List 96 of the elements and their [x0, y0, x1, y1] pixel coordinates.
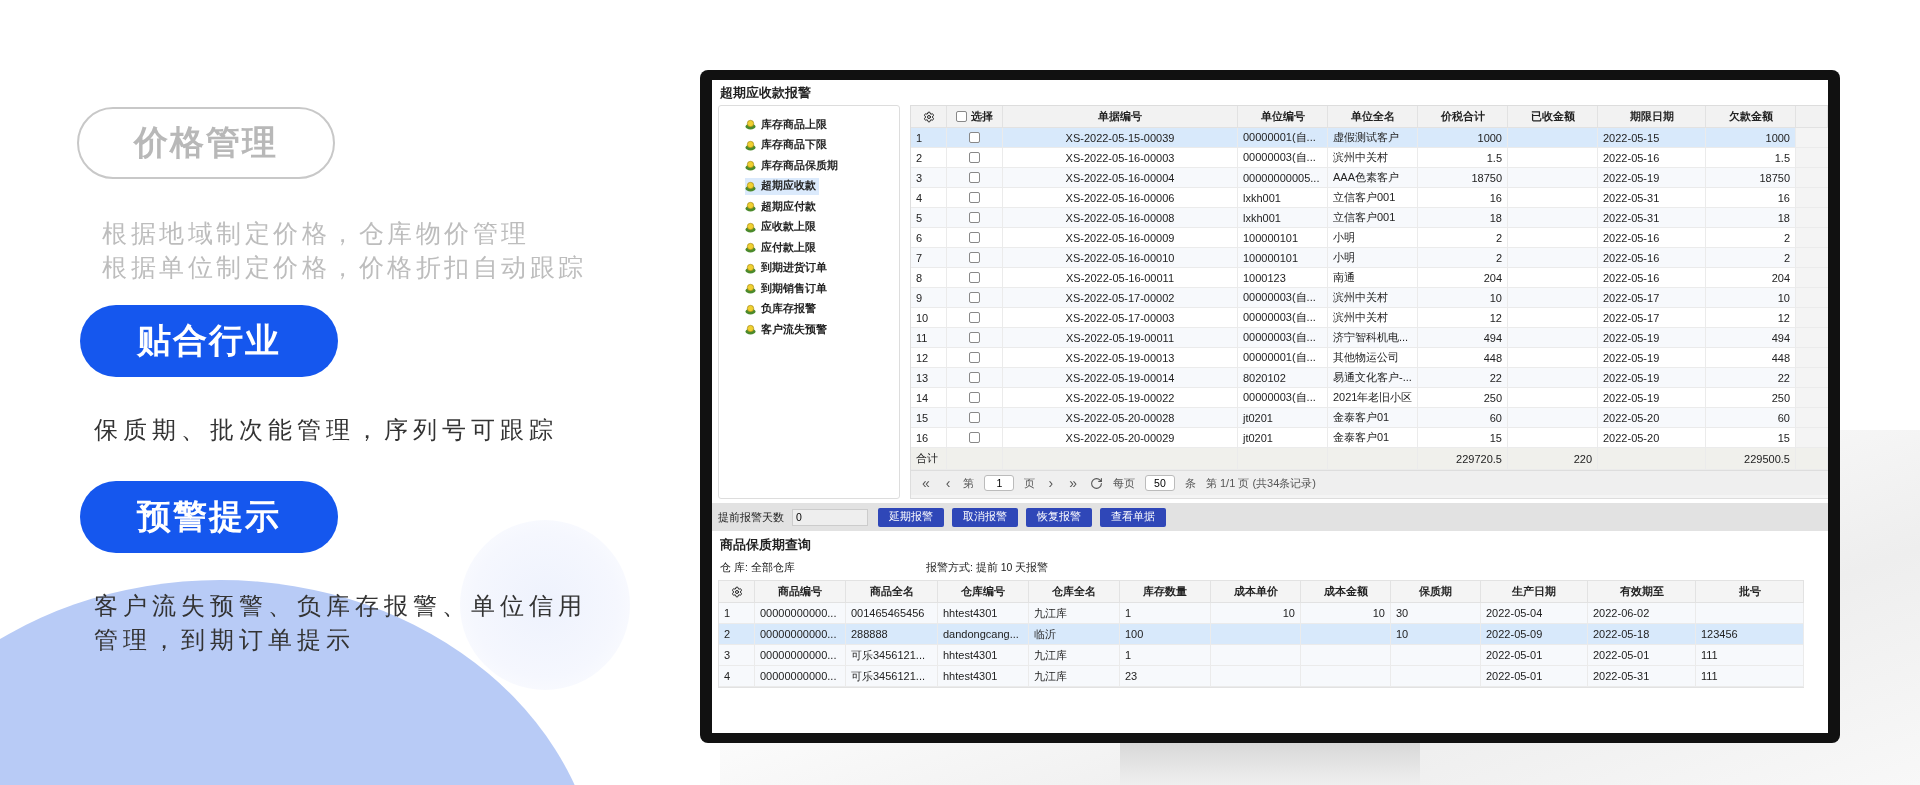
table-cell: 23 [1120, 666, 1211, 687]
feature-description: 客户流失预警、负库存报警、单位信用管理，到期订单提示 [94, 591, 588, 656]
per-page-label: 条 [1184, 475, 1196, 491]
per-page-input[interactable]: 50 [1144, 475, 1175, 491]
refresh-icon[interactable] [1089, 476, 1103, 490]
table-row[interactable]: 3 XS-2022-05-16-00004 00000000005... AAA色素客户 18750 2022-05-19 18750 [911, 168, 1828, 188]
tree-item[interactable]: 到期进货订单 [745, 259, 830, 277]
table-row[interactable]: 6 XS-2022-05-16-00009 100000101 小明 2 2022-05-16 2 [911, 228, 1828, 248]
table-cell: 可乐3456121... [846, 666, 938, 687]
table-row[interactable]: 10 XS-2022-05-17-00003 00000003(自... 滨州中关村 12 2022-05-17 12 [911, 308, 1828, 328]
page-label: 页 [1024, 475, 1036, 491]
table-row[interactable]: 2 00000000000... 288888 dandongcang... 临沂 100 10 2022-05-09 2022-05-18 123456 [719, 624, 1804, 645]
row-checkbox[interactable] [969, 352, 980, 363]
table-row[interactable]: 16 XS-2022-05-20-00029 jt0201 金泰客户01 15 2022-05-20 15 [911, 428, 1828, 448]
tree-item[interactable]: 库存商品保质期 [745, 157, 841, 174]
tree-item[interactable]: 超期应收款 [745, 177, 819, 195]
table-row[interactable]: 1 00000000000... 001465465456 hhtest4301 九江库 1 10 10 30 2022-05-04 2022-06-02 [719, 603, 1804, 624]
table-row[interactable]: 9 XS-2022-05-17-00002 00000003(自... 滨州中关村 10 2022-05-17 10 [911, 288, 1828, 308]
table-cell: 2022-05-01 [1481, 666, 1588, 687]
flower-icon [745, 262, 756, 274]
flower-icon [745, 324, 756, 335]
table-row[interactable]: 13 XS-2022-05-19-00014 8020102 易通文化客户-... 22 2022-05-19 22 [911, 368, 1828, 388]
first-page-button[interactable]: « [919, 475, 933, 491]
row-checkbox[interactable] [969, 392, 980, 403]
feature-tag: 预警提示 [80, 481, 338, 553]
table-cell: 00000000000... [755, 666, 846, 687]
row-number: 4 [719, 666, 755, 687]
table-row[interactable]: 14 XS-2022-05-19-00022 00000003(自... 2021年老旧小区 250 2022-05-19 250 [911, 388, 1828, 408]
last-page-button[interactable]: » [1066, 475, 1080, 491]
table-cell: 九江库 [1029, 666, 1120, 687]
row-checkbox[interactable] [969, 312, 980, 323]
row-checkbox[interactable] [969, 232, 980, 243]
tree-item[interactable]: 负库存报警 [745, 300, 819, 318]
row-checkbox[interactable] [969, 292, 980, 303]
row-checkbox[interactable] [969, 432, 980, 443]
feature-tag: 贴合行业 [80, 305, 338, 377]
table-row[interactable]: 1 XS-2022-05-15-00039 00000001(自... 虚假测试客户 1000 2022-05-15 1000 [911, 128, 1828, 148]
table-row[interactable]: 4 00000000000... 可乐3456121... hhtest4301 九江库 23 2022-05-01 2022-05-31 111 [719, 666, 1804, 687]
table-row[interactable]: 4 XS-2022-05-16-00006 lxkh001 立信客户001 16 2022-05-31 16 [911, 188, 1828, 208]
tree-item[interactable]: 应收款上限 [745, 218, 819, 236]
row-checkbox[interactable] [969, 212, 980, 223]
flower-icon [745, 242, 756, 253]
row-checkbox[interactable] [969, 192, 980, 203]
per-page-label: 每页 [1112, 475, 1135, 491]
tree-item[interactable]: 应付款上限 [745, 239, 819, 256]
row-checkbox[interactable] [969, 252, 980, 263]
window-title: 超期应收款报警 [719, 84, 812, 102]
row-checkbox[interactable] [969, 372, 980, 383]
flower-icon [745, 221, 756, 233]
flower-icon [745, 160, 756, 171]
page-label: 第 [963, 475, 975, 491]
table-cell: 111 [1696, 666, 1804, 687]
table-cell: hhtest4301 [938, 666, 1029, 687]
action-button[interactable]: 取消报警 [952, 507, 1018, 527]
days-input[interactable]: 0 [792, 508, 868, 526]
table-row[interactable]: 2 XS-2022-05-16-00003 00000003(自... 滨州中关村 1.5 2022-05-16 1.5 [911, 148, 1828, 168]
page-input[interactable]: 1 [984, 475, 1015, 491]
tree-item[interactable]: 超期应付款 [745, 198, 819, 215]
days-label: 提前报警天数 [718, 509, 784, 525]
feature-tag: 价格管理 [77, 107, 335, 179]
table-row[interactable]: 11 XS-2022-05-19-00011 00000003(自... 济宁智科机电... 494 2022-05-19 494 [911, 328, 1828, 348]
tree-item[interactable]: 到期销售订单 [745, 280, 830, 297]
tree-item[interactable]: 客户流失预警 [745, 321, 830, 338]
table-row[interactable]: 12 XS-2022-05-19-00013 00000001(自... 其他物运公司 448 2022-05-19 448 [911, 348, 1828, 368]
row-checkbox[interactable] [969, 332, 980, 343]
page-summary: 第 1/1 页 (共34条记录) [1205, 475, 1316, 491]
alert-mode-label: 报警方式: 提前 10 天报警 [926, 561, 1049, 575]
row-checkbox[interactable] [969, 132, 980, 143]
row-checkbox[interactable] [969, 152, 980, 163]
action-button[interactable]: 延期报警 [878, 507, 944, 527]
feature-description: 保质期、批次能管理，序列号可跟踪 [94, 415, 559, 446]
next-page-button[interactable]: › [1045, 475, 1057, 491]
previous-page-button[interactable]: ‹ [942, 475, 954, 491]
flower-icon [745, 303, 756, 315]
table-cell: 2022-05-31 [1588, 666, 1696, 687]
flower-icon [745, 201, 756, 212]
action-button[interactable]: 查看单据 [1100, 507, 1166, 527]
table-row[interactable]: 5 XS-2022-05-16-00008 lxkh001 立信客户001 18 2022-05-31 18 [911, 208, 1828, 228]
feature-description: 根据单位制定价格，价格折扣自动跟踪 [102, 252, 588, 284]
table-row[interactable]: 3 00000000000... 可乐3456121... hhtest4301 九江库 1 2022-05-01 2022-05-01 111 [719, 645, 1804, 666]
row-checkbox[interactable] [969, 172, 980, 183]
warehouse-label: 仓 库: 全部仓库 [720, 561, 796, 575]
feature-description: 根据地域制定价格，仓库物价管理 [102, 218, 531, 250]
table-row[interactable]: 8 XS-2022-05-16-00011 1000123 南通 204 2022-05-16 204 [911, 268, 1828, 288]
tree-item[interactable]: 库存商品下限 [745, 136, 830, 154]
row-checkbox[interactable] [969, 412, 980, 423]
table-row[interactable]: 15 XS-2022-05-20-00028 jt0201 金泰客户01 60 2022-05-20 60 [911, 408, 1828, 428]
table-row[interactable]: 7 XS-2022-05-16-00010 100000101 小明 2 2022-05-16 2 [911, 248, 1828, 268]
section-title: 商品保质期查询 [719, 537, 812, 554]
flower-icon [745, 283, 756, 294]
flower-icon [745, 119, 756, 130]
tree-item[interactable]: 库存商品上限 [745, 116, 830, 133]
action-button[interactable]: 恢复报警 [1026, 507, 1092, 527]
flower-icon [745, 180, 756, 192]
row-checkbox[interactable] [969, 272, 980, 283]
flower-icon [745, 139, 756, 151]
